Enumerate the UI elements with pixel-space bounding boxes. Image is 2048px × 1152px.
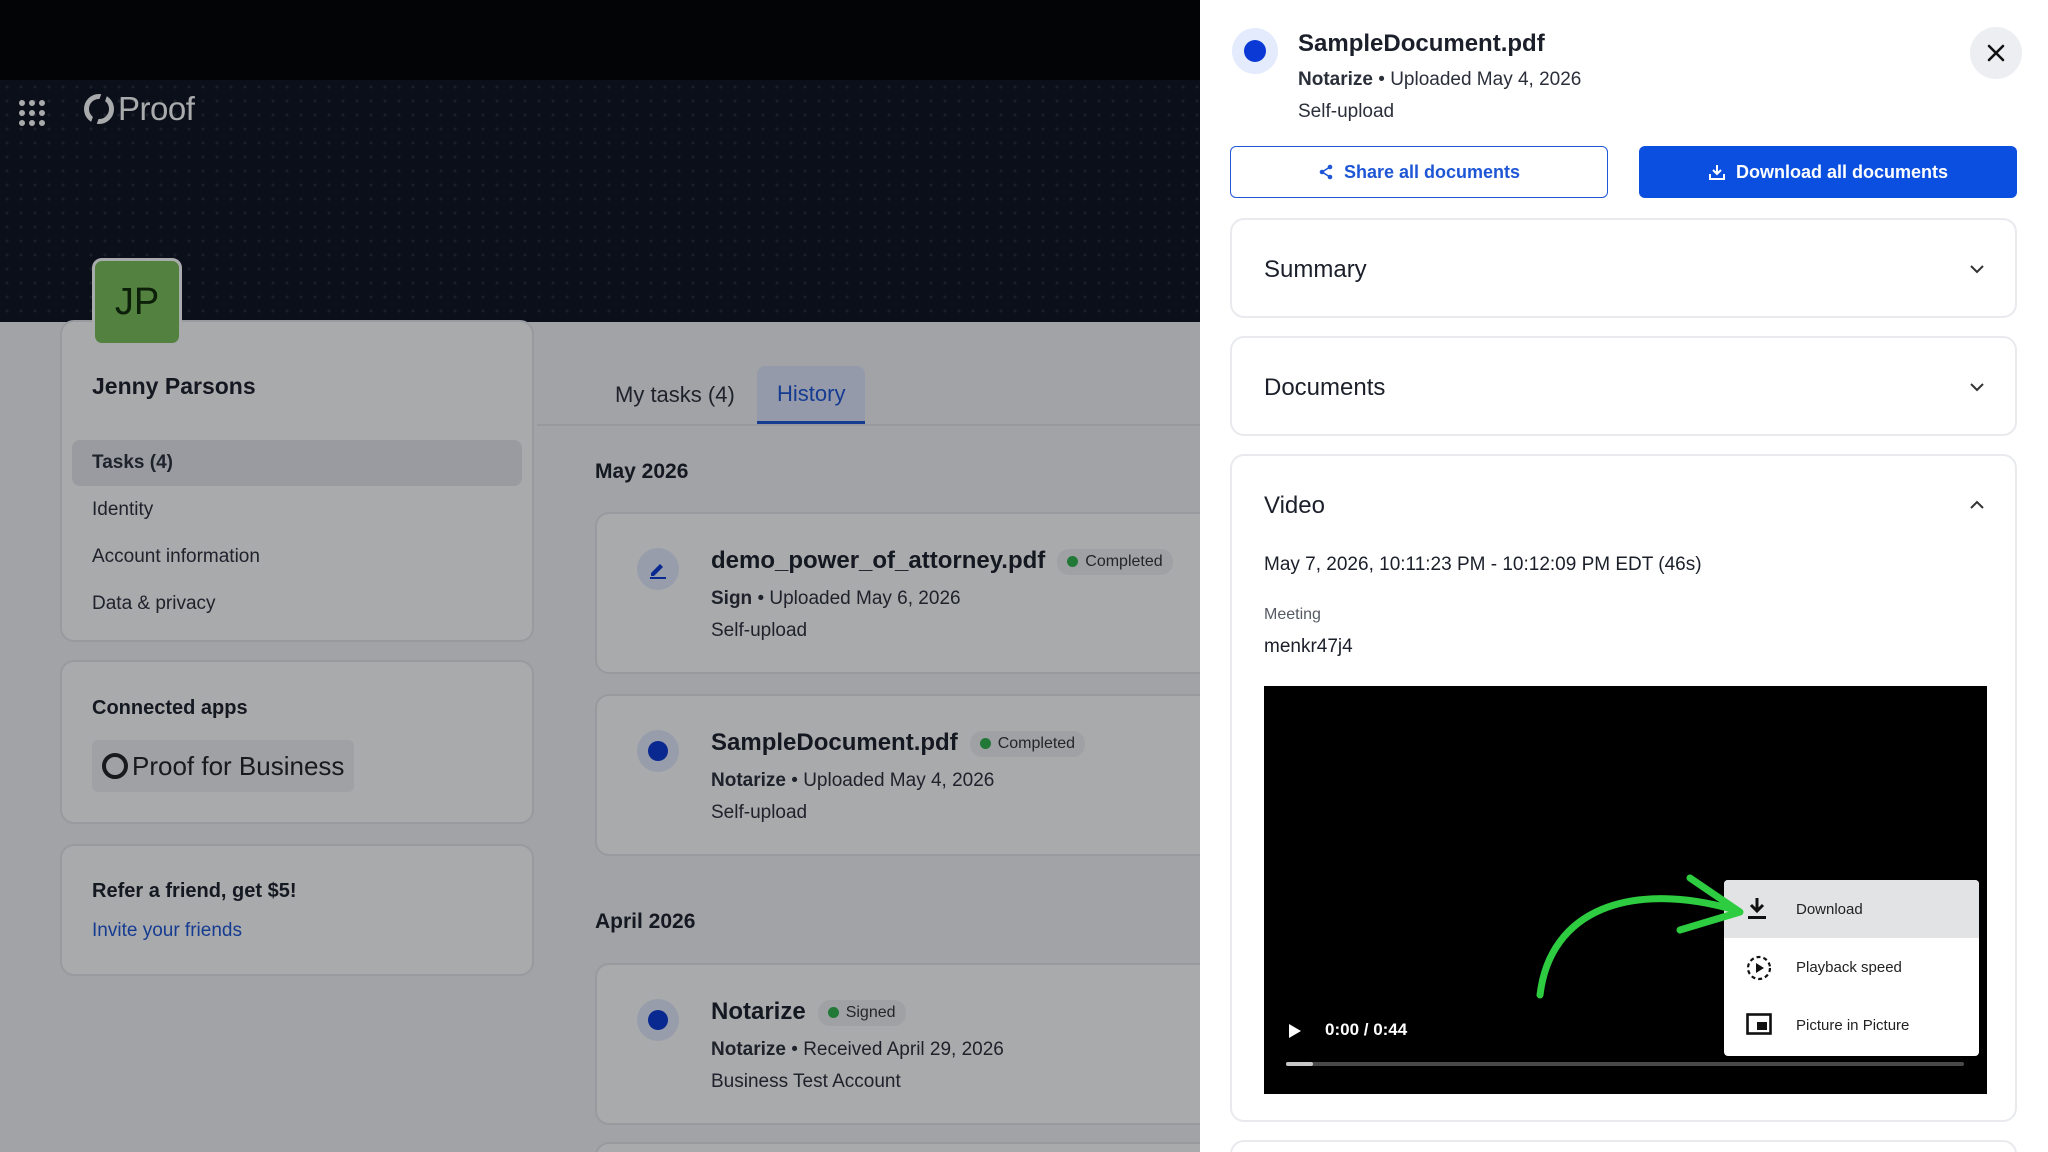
drawer-detail: Uploaded May 4, 2026	[1390, 69, 1582, 90]
meeting-id: menkr47j4	[1264, 636, 1353, 657]
menu-item-picture-in-picture[interactable]: Picture in Picture	[1724, 996, 1979, 1054]
notarize-dot-icon	[1232, 28, 1278, 74]
next-section[interactable]	[1230, 1140, 2017, 1152]
documents-section[interactable]: Documents	[1230, 336, 2017, 436]
menu-item-download[interactable]: Download	[1724, 880, 1979, 938]
drawer-source: Self-upload	[1298, 101, 1395, 122]
play-icon[interactable]	[1288, 1023, 1302, 1039]
video-time-display: 0:00 / 0:44	[1325, 1020, 1408, 1039]
share-all-documents-button[interactable]: Share all documents	[1230, 146, 1608, 198]
video-section: Video May 7, 2026, 10:11:23 PM - 10:12:0…	[1230, 454, 2017, 1122]
video-progress-fill	[1286, 1062, 1314, 1066]
chevron-down-icon	[1970, 265, 1984, 274]
close-icon	[1987, 44, 2005, 62]
picture-in-picture-icon	[1746, 1013, 1772, 1035]
video-title[interactable]: Video	[1264, 492, 1325, 520]
chevron-up-icon[interactable]	[1969, 500, 1985, 510]
documents-title: Documents	[1264, 374, 1386, 401]
share-icon	[1319, 164, 1333, 180]
video-time-range: May 7, 2026, 10:11:23 PM - 10:12:09 PM E…	[1264, 554, 1702, 575]
menu-item-playback-speed[interactable]: Playback speed	[1724, 938, 1979, 996]
video-progress-bar[interactable]	[1286, 1062, 1964, 1066]
download-all-documents-button[interactable]: Download all documents	[1639, 146, 2017, 198]
summary-section[interactable]: Summary	[1230, 218, 2017, 318]
close-button[interactable]	[1970, 27, 2022, 79]
modal-backdrop[interactable]	[0, 0, 1200, 1152]
download-icon	[1708, 165, 1725, 180]
chevron-down-icon	[1970, 383, 1984, 392]
annotation-arrow-icon	[1536, 874, 1744, 999]
video-options-menu: Download Playback speed Picture in Pictu…	[1724, 880, 1979, 1056]
meeting-label: Meeting	[1264, 606, 1321, 623]
drawer-type: Notarize	[1298, 69, 1373, 90]
drawer-title: SampleDocument.pdf	[1298, 30, 1545, 57]
summary-title: Summary	[1264, 256, 1367, 283]
